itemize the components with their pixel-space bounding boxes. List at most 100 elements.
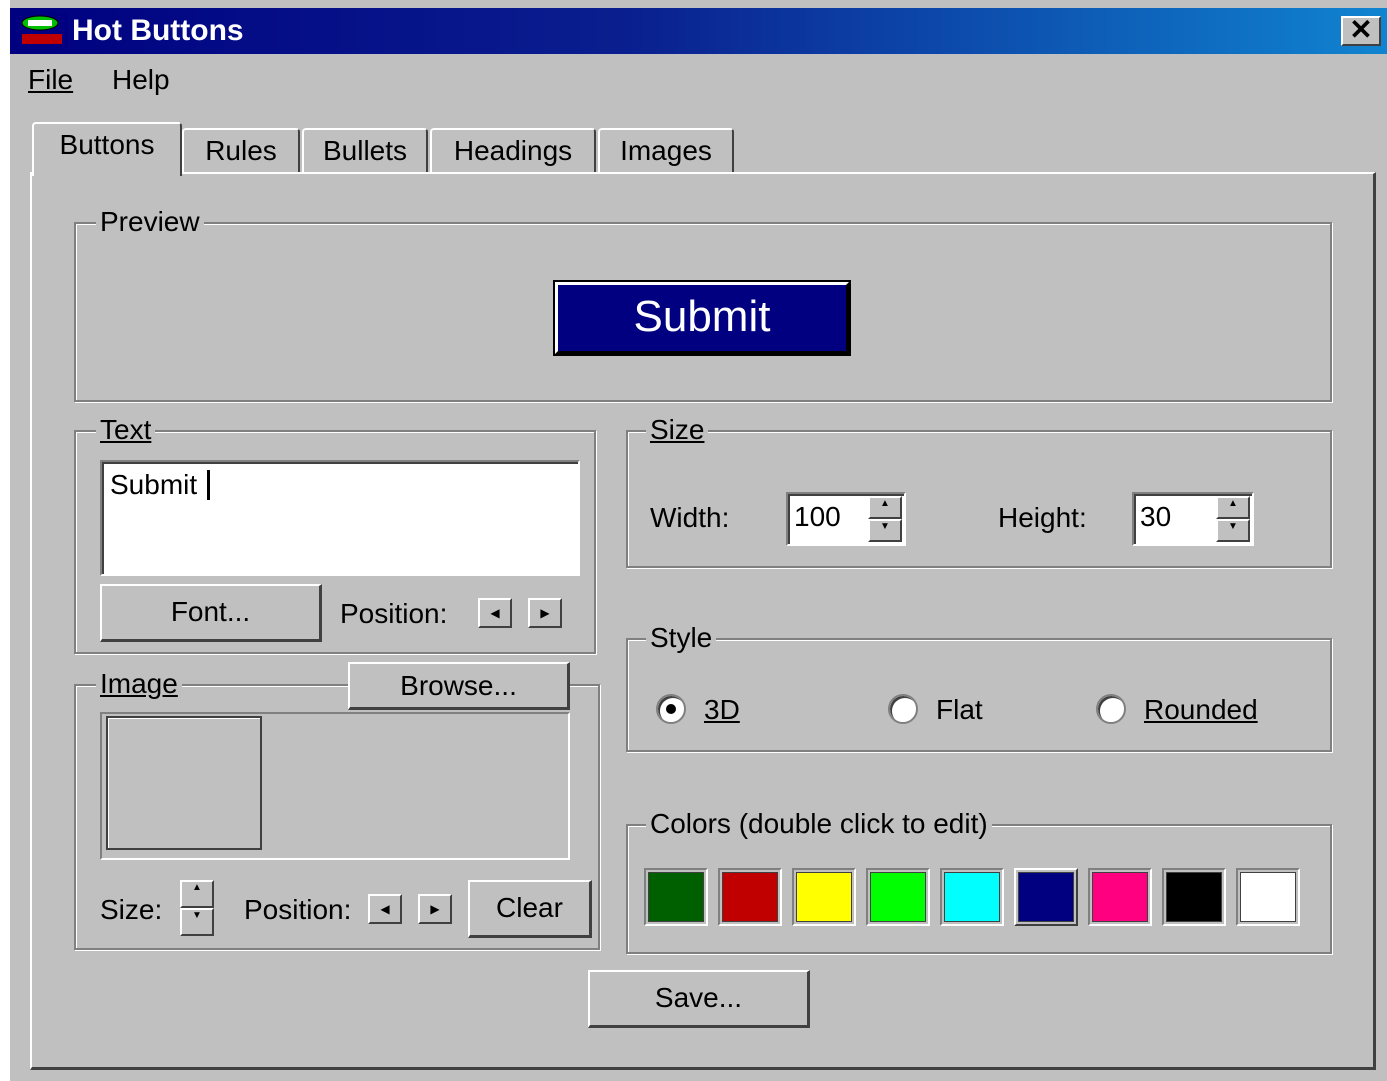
color-swatch[interactable] — [1014, 868, 1078, 926]
arrow-left-icon: ◀ — [490, 606, 500, 620]
height-up-button[interactable]: ▲ — [1216, 496, 1250, 519]
menu-help[interactable]: Help — [112, 64, 170, 96]
tab-images[interactable]: Images — [598, 128, 734, 174]
image-group-label: Image — [96, 668, 182, 700]
color-swatch[interactable] — [1236, 868, 1300, 926]
style-3d-label[interactable]: 3D — [704, 694, 740, 726]
clear-button-label: Clear — [496, 892, 563, 923]
image-size-down-button[interactable]: ▼ — [180, 908, 214, 936]
swatch-fill — [796, 872, 852, 922]
spin-down-icon: ▼ — [880, 521, 890, 532]
swatch-fill — [1240, 872, 1296, 922]
tab-rules[interactable]: Rules — [182, 128, 300, 174]
tab-rules-label: Rules — [205, 135, 277, 166]
close-icon: ✕ — [1349, 14, 1373, 45]
style-flat-radio[interactable] — [888, 694, 918, 724]
button-text-value: Submit — [110, 469, 198, 500]
color-swatch[interactable] — [1088, 868, 1152, 926]
width-value: 100 — [794, 501, 841, 532]
menu-help-label: Help — [112, 64, 170, 95]
style-group-label: Style — [646, 622, 717, 654]
color-swatch[interactable] — [718, 868, 782, 926]
tab-headings[interactable]: Headings — [430, 128, 596, 174]
tab-bullets-label: Bullets — [322, 135, 408, 166]
arrow-right-icon: ▶ — [430, 902, 440, 916]
tab-buttons[interactable]: Buttons — [32, 122, 182, 176]
close-button[interactable]: ✕ — [1341, 16, 1381, 46]
size-group-label: Size — [646, 414, 709, 446]
save-button-label: Save... — [654, 982, 743, 1013]
color-swatch[interactable] — [866, 868, 930, 926]
preview-button: Submit — [555, 282, 849, 354]
image-position-label: Position: — [244, 894, 352, 925]
style-rounded-label[interactable]: Rounded — [1144, 694, 1258, 726]
width-label: Width: — [650, 502, 730, 533]
style-flat-label[interactable]: Flat — [936, 694, 983, 726]
menu-file[interactable]: File — [28, 64, 73, 96]
style-3d-radio[interactable] — [656, 694, 686, 724]
text-position-left-button[interactable]: ◀ — [478, 598, 512, 628]
height-input[interactable]: 30 ▲ ▼ — [1132, 492, 1254, 546]
spin-up-icon: ▲ — [880, 498, 890, 509]
spin-down-icon: ▼ — [1228, 521, 1238, 532]
image-position-right-button[interactable]: ▶ — [418, 894, 452, 924]
spin-down-icon: ▼ — [192, 910, 202, 921]
color-swatch[interactable] — [644, 868, 708, 926]
width-spinner[interactable]: ▲ ▼ — [868, 496, 902, 542]
clear-button[interactable]: Clear — [468, 880, 592, 938]
height-label: Height: — [998, 502, 1087, 533]
tab-buttons-label: Buttons — [59, 129, 155, 160]
height-value: 30 — [1140, 501, 1172, 532]
window-title: Hot Buttons — [72, 14, 244, 47]
swatch-fill — [1092, 872, 1148, 922]
button-text-input[interactable]: Submit — [100, 460, 580, 576]
title-bar[interactable]: Hot Buttons ✕ — [10, 8, 1387, 54]
browse-button[interactable]: Browse... — [348, 662, 570, 710]
image-size-spinner[interactable]: ▲ ▼ — [180, 880, 214, 936]
menu-bar: File Help — [10, 54, 1387, 104]
height-spinner[interactable]: ▲ ▼ — [1216, 496, 1250, 542]
font-button-label: Font... — [170, 596, 251, 627]
width-input[interactable]: 100 ▲ ▼ — [786, 492, 906, 546]
swatch-fill — [648, 872, 704, 922]
preview-button-text: Submit — [633, 292, 771, 341]
arrow-right-icon: ▶ — [540, 606, 550, 620]
color-swatch[interactable] — [1162, 868, 1226, 926]
text-position-right-button[interactable]: ▶ — [528, 598, 562, 628]
tab-headings-label: Headings — [453, 135, 573, 166]
tab-images-label: Images — [620, 135, 712, 166]
arrow-left-icon: ◀ — [380, 902, 390, 916]
radio-selected-dot — [666, 704, 676, 714]
menu-file-label: File — [28, 64, 74, 95]
image-size-up-button[interactable]: ▲ — [180, 880, 214, 908]
desktop-strip — [0, 0, 10, 1081]
image-area[interactable] — [100, 712, 570, 860]
swatch-fill — [1018, 872, 1074, 922]
app-icon — [18, 14, 68, 48]
width-up-button[interactable]: ▲ — [868, 496, 902, 519]
swatch-fill — [1166, 872, 1222, 922]
text-caret — [207, 470, 210, 500]
font-button[interactable]: Font... — [100, 584, 322, 642]
spin-up-icon: ▲ — [192, 882, 202, 893]
tab-bullets[interactable]: Bullets — [302, 128, 428, 174]
image-position-left-button[interactable]: ◀ — [368, 894, 402, 924]
color-swatch[interactable] — [792, 868, 856, 926]
height-down-button[interactable]: ▼ — [1216, 519, 1250, 542]
colors-group-label: Colors (double click to edit) — [646, 808, 992, 840]
preview-label: Preview — [96, 206, 204, 238]
color-swatch[interactable] — [940, 868, 1004, 926]
style-rounded-radio[interactable] — [1096, 694, 1126, 724]
swatch-fill — [722, 872, 778, 922]
text-position-label: Position: — [340, 598, 448, 629]
swatch-fill — [944, 872, 1000, 922]
swatch-fill — [870, 872, 926, 922]
save-button[interactable]: Save... — [588, 970, 810, 1028]
spin-up-icon: ▲ — [1228, 498, 1238, 509]
image-preview-frame — [106, 716, 262, 850]
text-group-label: Text — [96, 414, 156, 446]
width-down-button[interactable]: ▼ — [868, 519, 902, 542]
browse-button-label: Browse... — [400, 670, 517, 701]
image-size-label: Size: — [100, 894, 163, 925]
app-window: Hot Buttons ✕ File Help Buttons Rules Bu… — [0, 0, 1387, 1081]
